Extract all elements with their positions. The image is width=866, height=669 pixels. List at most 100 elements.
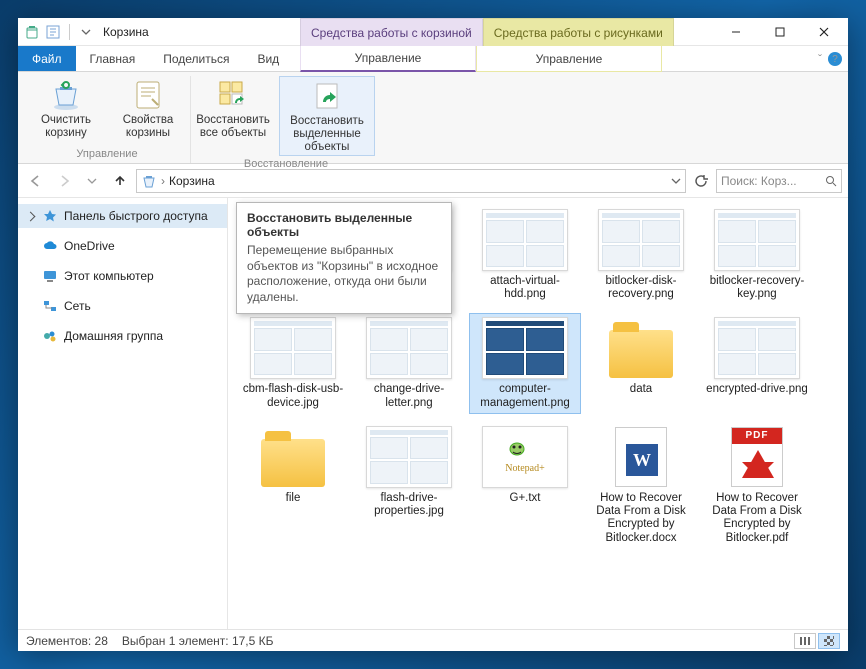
nav-recent-dropdown[interactable] xyxy=(80,169,104,193)
file-name-label: How to Recover Data From a Disk Encrypte… xyxy=(705,492,809,545)
maximize-button[interactable] xyxy=(758,18,802,46)
close-button[interactable] xyxy=(802,18,846,46)
file-item[interactable]: PDFHow to Recover Data From a Disk Encry… xyxy=(702,423,812,548)
status-item-count: Элементов: 28 xyxy=(26,634,108,648)
empty-recycle-bin-button[interactable]: Очистить корзину xyxy=(30,76,102,140)
word-doc-icon: W xyxy=(598,426,684,488)
tab-share[interactable]: Поделиться xyxy=(149,46,243,71)
window-controls xyxy=(714,18,846,46)
titlebar: Корзина Средства работы с корзиной Средс… xyxy=(18,18,848,46)
qat-item-properties[interactable] xyxy=(44,23,62,41)
tooltip-body: Перемещение выбранных объектов из "Корзи… xyxy=(247,243,441,305)
refresh-button[interactable] xyxy=(690,170,712,192)
nav-back-button[interactable] xyxy=(24,169,48,193)
restore-all-icon xyxy=(216,78,250,112)
breadcrumb-location[interactable]: Корзина xyxy=(169,174,215,188)
image-thumbnail xyxy=(714,317,800,379)
contextual-tab-headers: Средства работы с корзиной Средства рабо… xyxy=(300,18,674,46)
properties-icon xyxy=(131,78,165,112)
context-tab-picture-tools[interactable]: Средства работы с рисунками xyxy=(483,18,674,46)
image-thumbnail xyxy=(714,209,800,271)
tab-file[interactable]: Файл xyxy=(18,46,76,71)
image-thumbnail xyxy=(250,317,336,379)
tree-onedrive[interactable]: OneDrive xyxy=(18,234,227,258)
tab-home[interactable]: Главная xyxy=(76,46,150,71)
file-item[interactable]: cbm-flash-disk-usb-device.jpg xyxy=(238,314,348,412)
address-bar-icon xyxy=(141,173,157,189)
file-name-label: cbm-flash-disk-usb-device.jpg xyxy=(241,383,345,409)
tab-manage-pictures[interactable]: Управление xyxy=(476,46,662,72)
file-item[interactable]: data xyxy=(586,314,696,412)
help-icon[interactable]: ? xyxy=(828,52,842,66)
pc-icon xyxy=(42,268,58,284)
file-item[interactable]: change-drive-letter.png xyxy=(354,314,464,412)
file-name-label: G+.txt xyxy=(510,492,541,505)
image-thumbnail xyxy=(482,209,568,271)
ribbon-group-manage-label: Управление xyxy=(76,146,137,163)
tree-network[interactable]: Сеть xyxy=(18,294,227,318)
ribbon-body: Очистить корзину Свойства корзины Управл… xyxy=(18,72,848,164)
file-item[interactable]: attach-virtual-hdd.png xyxy=(470,206,580,304)
status-bar: Элементов: 28 Выбран 1 элемент: 17,5 КБ xyxy=(18,629,848,651)
context-tab-recycle-tools[interactable]: Средства работы с корзиной xyxy=(300,18,483,46)
ribbon-collapse-icon[interactable]: ˇ xyxy=(818,52,822,66)
status-selection: Выбран 1 элемент: 17,5 КБ xyxy=(122,634,274,648)
recycle-bin-empty-icon xyxy=(49,78,83,112)
search-icon xyxy=(825,175,837,187)
tree-this-pc[interactable]: Этот компьютер xyxy=(18,264,227,288)
nav-up-button[interactable] xyxy=(108,169,132,193)
file-name-label: encrypted-drive.png xyxy=(706,383,808,396)
file-item[interactable]: flash-drive-properties.jpg xyxy=(354,423,464,548)
file-name-label: change-drive-letter.png xyxy=(357,383,461,409)
file-name-label: computer-management.png xyxy=(473,383,577,409)
tree-homegroup[interactable]: Домашняя группа xyxy=(18,324,227,348)
image-thumbnail xyxy=(598,209,684,271)
qat-separator xyxy=(69,24,70,40)
tree-onedrive-label: OneDrive xyxy=(64,239,115,253)
tab-view[interactable]: Вид xyxy=(243,46,293,71)
view-icons-button[interactable] xyxy=(818,633,840,649)
image-thumbnail xyxy=(366,317,452,379)
restore-all-button[interactable]: Восстановить все объекты xyxy=(197,76,269,140)
tree-quick-access[interactable]: Панель быстрого доступа xyxy=(18,204,227,228)
navigation-pane[interactable]: Панель быстрого доступа OneDrive Этот ко… xyxy=(18,198,228,629)
address-dropdown-icon[interactable] xyxy=(671,176,681,186)
explorer-window: Корзина Средства работы с корзиной Средс… xyxy=(18,18,848,651)
file-item[interactable]: computer-management.png xyxy=(470,314,580,412)
network-icon xyxy=(42,298,58,314)
tree-quick-access-label: Панель быстрого доступа xyxy=(64,209,208,223)
file-item[interactable]: WHow to Recover Data From a Disk Encrypt… xyxy=(586,423,696,548)
file-item[interactable]: Notepad+ G+.txt xyxy=(470,423,580,548)
search-box[interactable]: Поиск: Корз... xyxy=(716,169,842,193)
file-item[interactable]: encrypted-drive.png xyxy=(702,314,812,412)
file-name-label: bitlocker-disk-recovery.png xyxy=(589,275,693,301)
image-thumbnail xyxy=(482,317,568,379)
file-name-label: bitlocker-recovery-key.png xyxy=(705,275,809,301)
tab-manage-bin[interactable]: Управление xyxy=(300,46,476,72)
file-item[interactable]: bitlocker-disk-recovery.png xyxy=(586,206,696,304)
restore-selected-icon xyxy=(310,79,344,113)
file-item[interactable]: bitlocker-recovery-key.png xyxy=(702,206,812,304)
tree-homegroup-label: Домашняя группа xyxy=(64,329,163,343)
window-title: Корзина xyxy=(103,25,149,39)
cloud-icon xyxy=(42,238,58,254)
nav-forward-button[interactable] xyxy=(52,169,76,193)
restore-selected-button[interactable]: Восстановить выделенные объекты xyxy=(279,76,375,156)
folder-icon xyxy=(598,317,684,379)
address-bar[interactable]: › Корзина xyxy=(136,169,686,193)
content-area: Панель быстрого доступа OneDrive Этот ко… xyxy=(18,198,848,629)
view-details-button[interactable] xyxy=(794,633,816,649)
tree-this-pc-label: Этот компьютер xyxy=(64,269,154,283)
qat-dropdown[interactable] xyxy=(77,23,95,41)
file-name-label: flash-drive-properties.jpg xyxy=(357,492,461,518)
minimize-button[interactable] xyxy=(714,18,758,46)
empty-recycle-bin-label: Очистить корзину xyxy=(30,114,102,140)
quick-access-toolbar xyxy=(24,23,95,41)
ribbon-tabs: Файл Главная Поделиться Вид Управление У… xyxy=(18,46,848,72)
text-file-icon: Notepad+ xyxy=(482,426,568,488)
file-item[interactable]: file xyxy=(238,423,348,548)
navigation-row: › Корзина Поиск: Корз... xyxy=(18,164,848,198)
file-name-label: file xyxy=(286,492,301,505)
recycle-bin-properties-button[interactable]: Свойства корзины xyxy=(112,76,184,140)
recycle-bin-properties-label: Свойства корзины xyxy=(112,114,184,140)
